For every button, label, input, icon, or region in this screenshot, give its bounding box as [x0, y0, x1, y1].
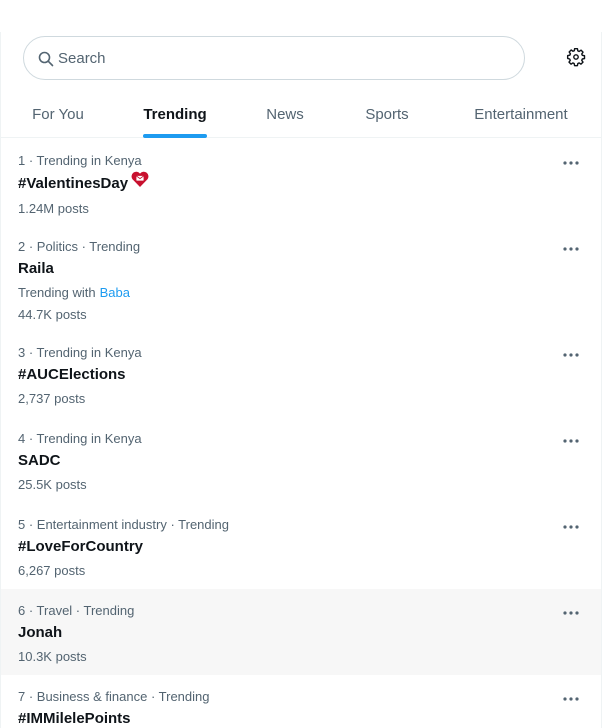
search-icon — [38, 51, 54, 67]
post-count: 2,737 posts — [18, 391, 86, 406]
tab-sports[interactable]: Sports — [353, 90, 421, 138]
more-icon — [563, 152, 579, 170]
more-options-button[interactable] — [561, 431, 581, 447]
more-icon — [563, 688, 579, 706]
trend-item[interactable]: 4 · Trending in Kenya SADC 25.5K posts — [1, 417, 601, 503]
trend-name: #IMMilelePoints — [18, 710, 131, 727]
more-options-button[interactable] — [561, 517, 581, 533]
explore-panel: For You Trending News Sports Entertainme… — [0, 32, 602, 728]
trend-name-text: #ValentinesDay — [18, 174, 129, 192]
more-options-button[interactable] — [561, 689, 581, 705]
post-count: 10.3K posts — [18, 649, 87, 664]
tab-for-you[interactable]: For You — [17, 90, 99, 138]
more-icon — [563, 238, 579, 256]
trend-context: 2 · Politics · Trending — [18, 239, 141, 254]
more-options-button[interactable] — [561, 345, 581, 361]
active-tab-indicator — [143, 134, 207, 138]
tab-label: Sports — [365, 105, 409, 123]
post-count: 6,267 posts — [18, 563, 86, 578]
post-count: 25.5K posts — [18, 477, 87, 492]
tab-news[interactable]: News — [253, 90, 317, 138]
trend-context: 7 · Business & finance · Trending — [18, 689, 210, 704]
tab-label: Entertainment — [474, 105, 568, 123]
trending-with-label: Trending with — [18, 285, 96, 300]
tab-label: News — [266, 105, 304, 123]
related-link[interactable]: Baba — [100, 285, 130, 300]
gear-icon — [566, 47, 586, 72]
tab-bar: For You Trending News Sports Entertainme… — [1, 90, 601, 138]
more-options-button[interactable] — [561, 153, 581, 169]
search-box[interactable] — [23, 36, 525, 80]
trending-with: Trending with Baba — [18, 285, 583, 301]
trend-item[interactable]: 6 · Travel · Trending Jonah 10.3K posts — [1, 589, 601, 675]
more-options-button[interactable] — [561, 603, 581, 619]
trend-item[interactable]: 2 · Politics · Trending Raila Trending w… — [1, 225, 601, 331]
trend-name: #LoveForCountry — [18, 538, 144, 555]
trend-name: #AUCElections — [18, 366, 126, 383]
trend-item[interactable]: 7 · Business & finance · Trending #IMMil… — [1, 675, 601, 728]
trend-context: 1 · Trending in Kenya — [18, 153, 142, 168]
more-icon — [563, 516, 579, 534]
heart-icon — [130, 169, 150, 195]
trend-context: 3 · Trending in Kenya — [18, 345, 142, 360]
search-row — [1, 32, 601, 90]
trend-context: 4 · Trending in Kenya — [18, 431, 142, 446]
trend-item[interactable]: 1 · Trending in Kenya #ValentinesDay 1.2… — [1, 139, 601, 225]
trend-context: 6 · Travel · Trending — [18, 603, 135, 618]
trend-context: 5 · Entertainment industry · Trending — [18, 517, 229, 532]
post-count: 44.7K posts — [18, 307, 87, 322]
more-icon — [563, 344, 579, 362]
trend-name: Jonah — [18, 624, 63, 641]
trend-list: 1 · Trending in Kenya #ValentinesDay 1.2… — [1, 139, 601, 728]
tab-label: Trending — [143, 105, 207, 123]
trend-name: SADC — [18, 452, 61, 469]
post-count: 1.24M posts — [18, 201, 89, 216]
trend-item[interactable]: 5 · Entertainment industry · Trending #L… — [1, 503, 601, 589]
more-options-button[interactable] — [561, 239, 581, 255]
search-input[interactable] — [58, 41, 498, 75]
more-icon — [563, 430, 579, 448]
trend-name: Raila — [18, 260, 54, 277]
tab-trending[interactable]: Trending — [135, 90, 215, 138]
settings-button[interactable] — [563, 46, 589, 72]
trend-item[interactable]: 3 · Trending in Kenya #AUCElections 2,73… — [1, 331, 601, 417]
more-icon — [563, 602, 579, 620]
tab-label: For You — [32, 105, 84, 123]
trend-name: #ValentinesDay — [18, 171, 583, 195]
tab-entertainment[interactable]: Entertainment — [459, 90, 583, 138]
